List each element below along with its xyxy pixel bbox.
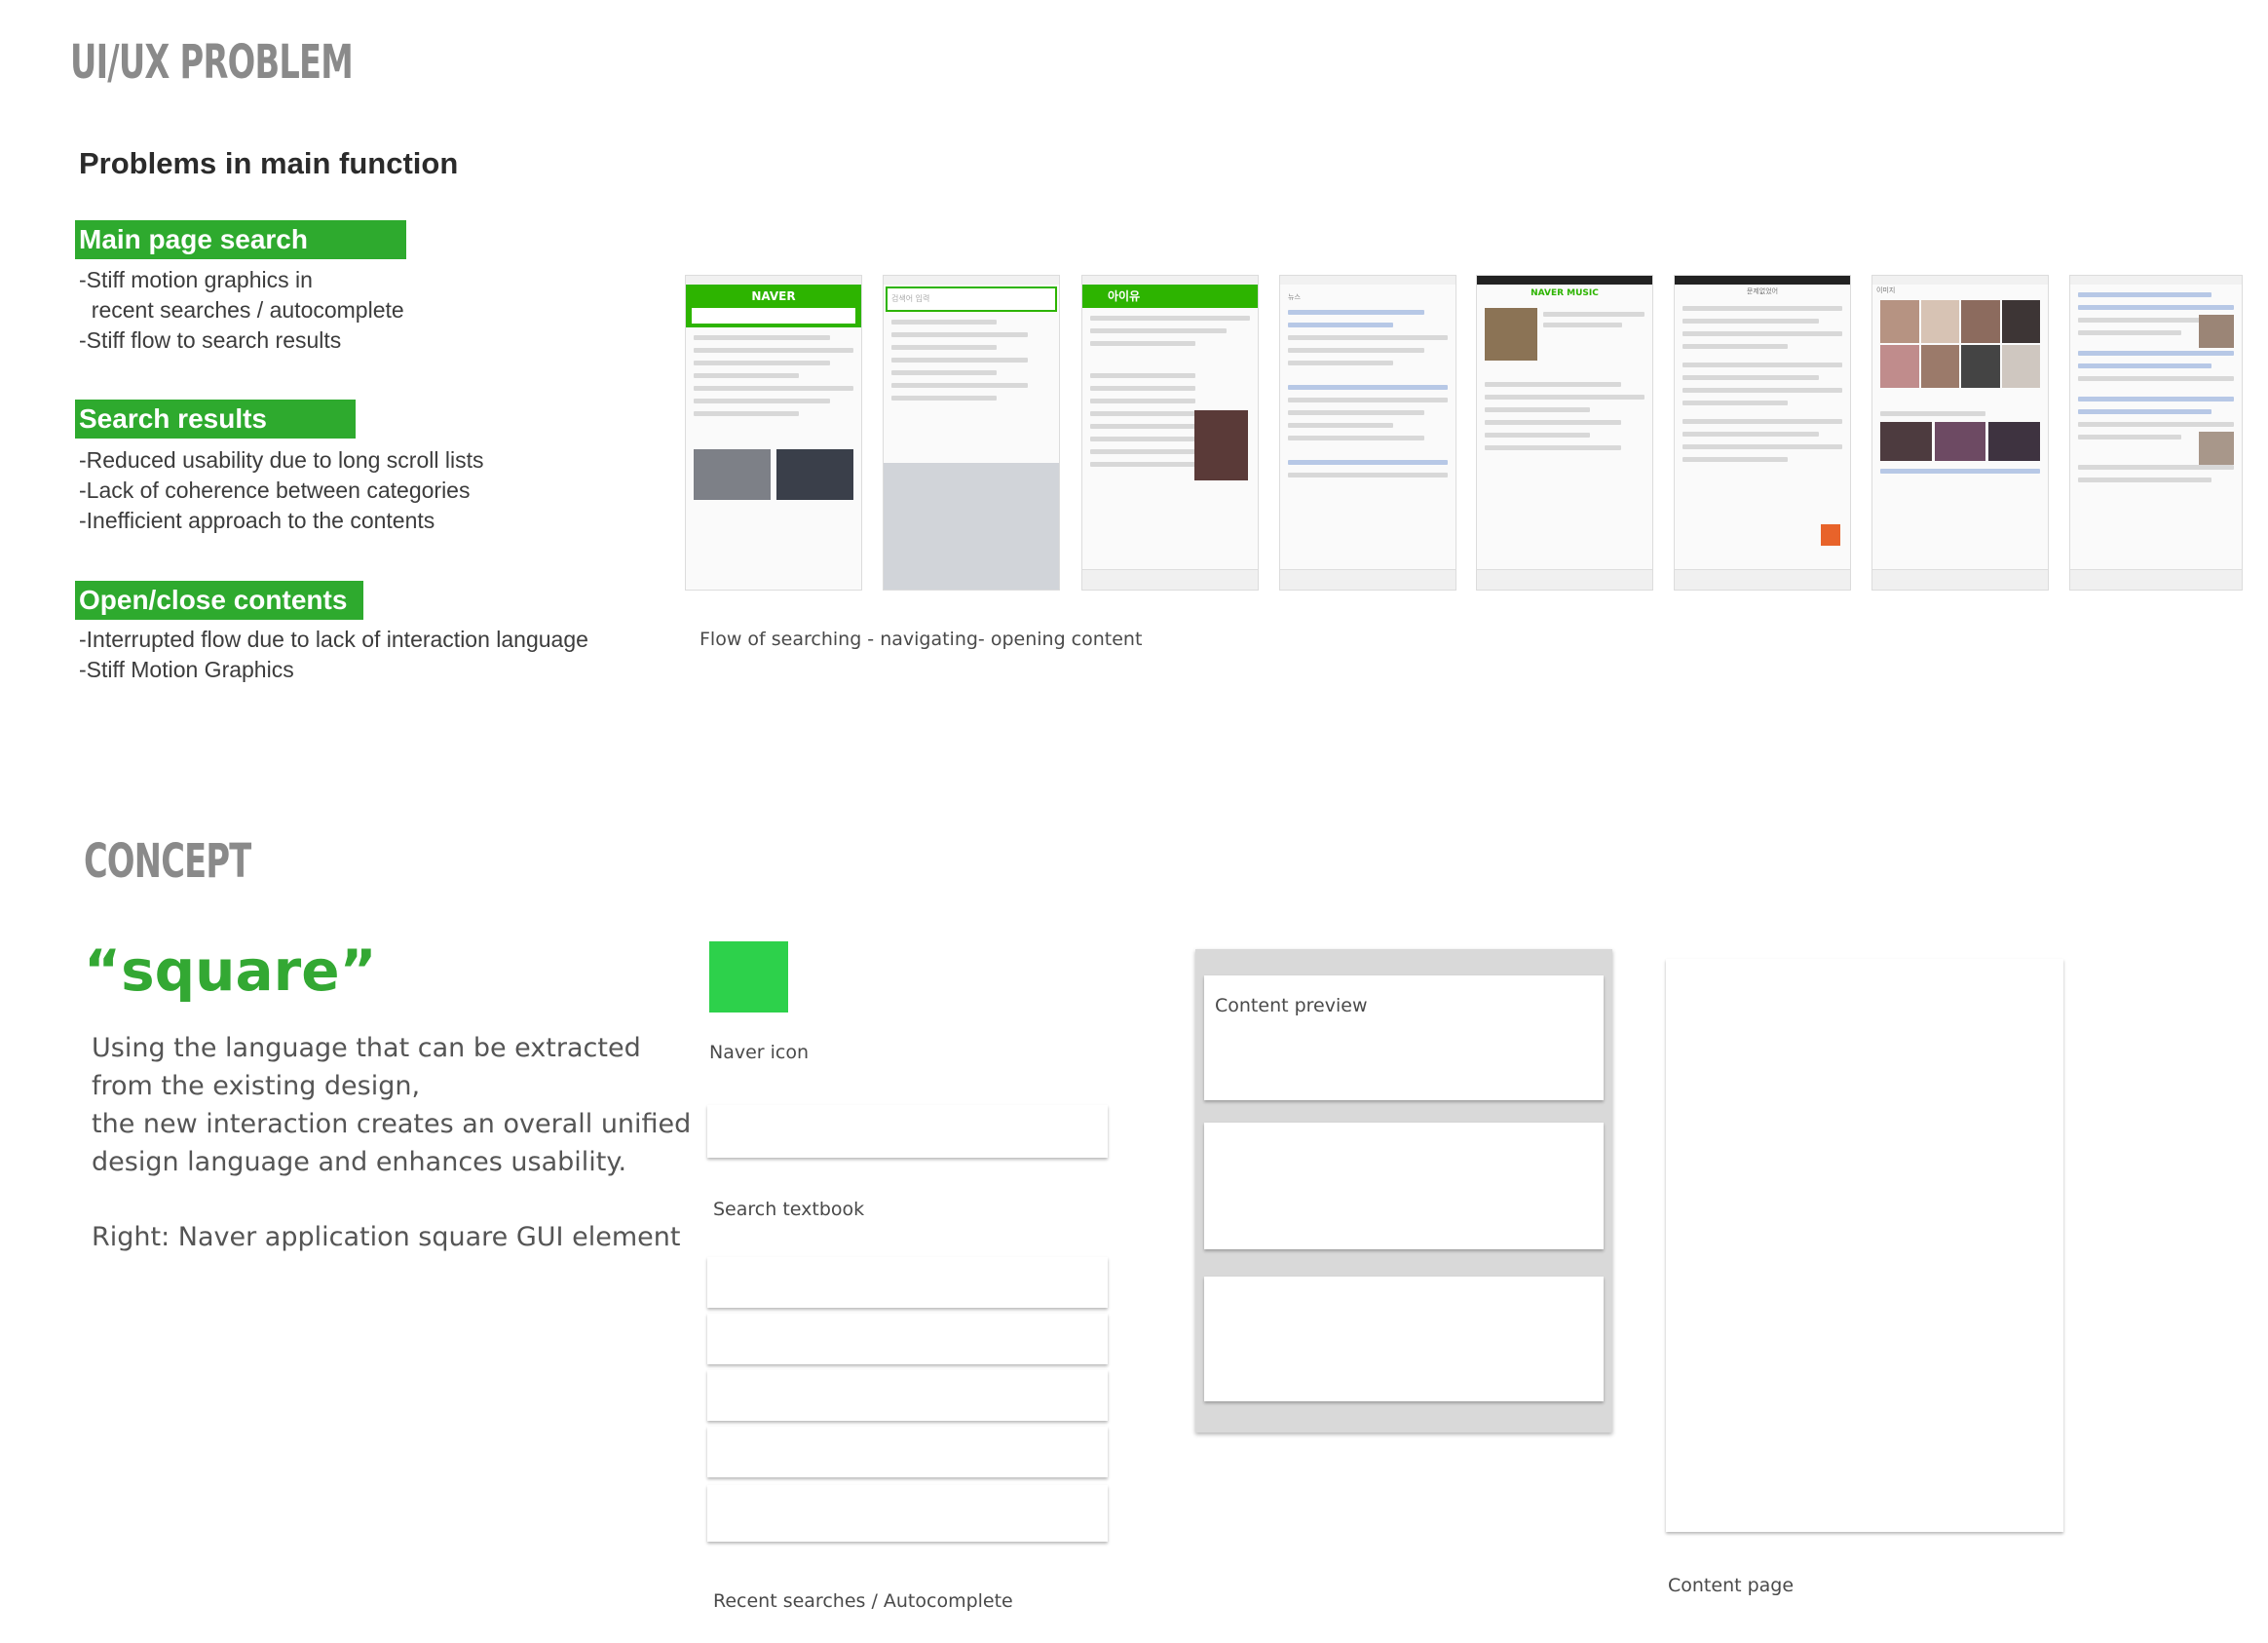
list-item	[707, 1314, 1108, 1364]
list-item: -Stiff flow to search results	[79, 327, 342, 353]
content-preview-card	[1204, 1277, 1604, 1401]
list-item: -Stiff Motion Graphics	[79, 657, 294, 682]
concept-line: Using the language that can be extracted	[92, 1033, 641, 1063]
screen-article: 문제없었어	[1674, 275, 1851, 591]
section-title-concept: CONCEPT	[84, 834, 251, 889]
tag-search-results: Search results	[75, 400, 356, 439]
search-textbook-label: Search textbook	[713, 1199, 865, 1220]
open-close-list: -Interrupted flow due to lack of interac…	[79, 625, 588, 685]
concept-keyword: “square”	[84, 937, 377, 1004]
list-item: recent searches / autocomplete	[79, 297, 404, 323]
concept-description: Using the language that can be extracted…	[92, 1029, 691, 1181]
concept-note: Right: Naver application square GUI elem…	[92, 1222, 681, 1252]
list-item	[707, 1427, 1108, 1477]
search-textbox-wireframe	[707, 1105, 1108, 1158]
screen-news-detail	[2069, 275, 2243, 591]
concept-line: from the existing design,	[92, 1071, 421, 1101]
tag-main-page-search: Main page search	[75, 220, 406, 259]
search-results-list: -Reduced usability due to long scroll li…	[79, 445, 483, 536]
list-item	[707, 1485, 1108, 1542]
content-preview-panel: Content preview	[1195, 949, 1612, 1433]
content-preview-card	[1204, 1123, 1604, 1249]
problems-subtitle: Problems in main function	[79, 146, 459, 180]
recent-searches-label: Recent searches / Autocomplete	[713, 1590, 1013, 1612]
screen-news-list: 뉴스	[1279, 275, 1456, 591]
content-preview-label: Content preview	[1215, 995, 1368, 1016]
section-title-problem: UI/UX PROBLEM	[70, 35, 354, 90]
list-item: -Reduced usability due to long scroll li…	[79, 447, 484, 473]
screen-search-result: 아이유	[1081, 275, 1259, 591]
list-item: -Inefficient approach to the contents	[79, 508, 435, 533]
screen-music: NAVER MUSIC	[1476, 275, 1653, 591]
naver-icon-label: Naver icon	[709, 1042, 810, 1063]
content-preview-card: Content preview	[1204, 975, 1604, 1100]
screen-main-search: NAVER	[685, 275, 862, 591]
content-page-wireframe	[1666, 959, 2063, 1532]
list-item	[707, 1370, 1108, 1421]
flow-caption: Flow of searching - navigating- opening …	[699, 629, 1143, 650]
list-item: -Interrupted flow due to lack of interac…	[79, 627, 588, 652]
list-item: -Stiff motion graphics in	[79, 267, 313, 292]
list-item	[707, 1257, 1108, 1308]
screen-images: 이미지	[1871, 275, 2049, 591]
list-item: -Lack of coherence between categories	[79, 478, 471, 503]
main-page-search-list: -Stiff motion graphics in recent searche…	[79, 265, 404, 356]
screen-autocomplete: 검색어 입력	[883, 275, 1060, 591]
naver-icon-square	[709, 941, 788, 1013]
concept-line: design language and enhances usability.	[92, 1147, 627, 1177]
concept-line: the new interaction creates an overall u…	[92, 1109, 692, 1139]
tag-open-close-contents: Open/close contents	[75, 581, 363, 620]
content-page-label: Content page	[1668, 1575, 1795, 1596]
